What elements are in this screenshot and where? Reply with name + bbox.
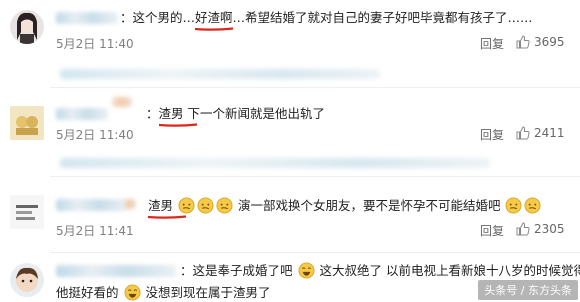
comment-text: ：这是奉子成婚了吧 这大叔绝了 以前电视上看新娘十八岁的时候觉得 [180, 262, 580, 279]
comment-time: 5月2日 11:40 [56, 128, 134, 142]
avatar[interactable] [10, 10, 44, 44]
comment-3: 渣男 演一部戏换个女朋友，要不是怀孕不可能结婚吧 5月2日 11:41 回复 2… [0, 177, 580, 247]
red-underline [158, 123, 197, 127]
comment-time: 5月2日 11:40 [56, 37, 134, 51]
smirk-emoji-icon [524, 197, 542, 214]
comment-text: ：这个男的…好渣啊 …希望结婚了就对自己的妻子好吧毕竟都有孩子了…… [120, 10, 533, 31]
highlight-text: 渣男 [158, 106, 197, 127]
laugh-emoji-icon [123, 284, 141, 301]
comment-time: 5月2日 11:41 [56, 224, 134, 238]
reply-preview [60, 69, 380, 79]
reply-button[interactable]: 回复 [480, 35, 504, 52]
comment-1: ：这个男的…好渣啊 …希望结婚了就对自己的妻子好吧毕竟都有孩子了…… 5月2日 1… [0, 0, 580, 62]
red-underline [147, 215, 187, 219]
username[interactable] [56, 199, 128, 211]
thumbs-up-icon[interactable] [516, 35, 530, 49]
badge [124, 199, 136, 209]
comment-2: ：渣男 下一个新闻就是他出轨了 5月2日 11:40 回复 2411 [0, 88, 580, 158]
smirk-emoji-icon [178, 197, 195, 214]
smirk-emoji-icon [505, 197, 523, 214]
username[interactable] [56, 265, 176, 277]
reply-button[interactable]: 回复 [480, 126, 504, 143]
like-count: 3695 [534, 35, 565, 49]
comment-text: ：渣男 下一个新闻就是他出轨了 [146, 106, 325, 127]
highlight-text: 好渣啊 [194, 10, 234, 31]
like-count: 2411 [534, 126, 565, 140]
username[interactable] [56, 12, 118, 24]
avatar[interactable] [10, 106, 44, 140]
highlight-text: 渣男 [147, 198, 187, 219]
thumbs-up-icon[interactable] [516, 126, 530, 140]
username[interactable] [56, 108, 108, 120]
reply-preview [60, 158, 490, 168]
smirk-emoji-icon [216, 197, 233, 214]
red-underline [194, 27, 234, 31]
like-count: 2305 [534, 222, 565, 236]
reply-button[interactable]: 回复 [480, 222, 504, 239]
laugh-emoji-icon [297, 262, 315, 279]
smirk-emoji-icon [197, 197, 214, 214]
comment-text: 渣男 演一部戏换个女朋友，要不是怀孕不可能结婚吧 [147, 197, 542, 219]
avatar[interactable] [10, 195, 44, 229]
avatar[interactable] [10, 263, 44, 297]
thumbs-up-icon[interactable] [516, 222, 530, 236]
comment-text-line2: 他挺好看的 没想到现在属于渣男了 [56, 284, 271, 301]
badge [112, 97, 132, 107]
watermark: 头条号 / 东方头条 [478, 280, 578, 300]
